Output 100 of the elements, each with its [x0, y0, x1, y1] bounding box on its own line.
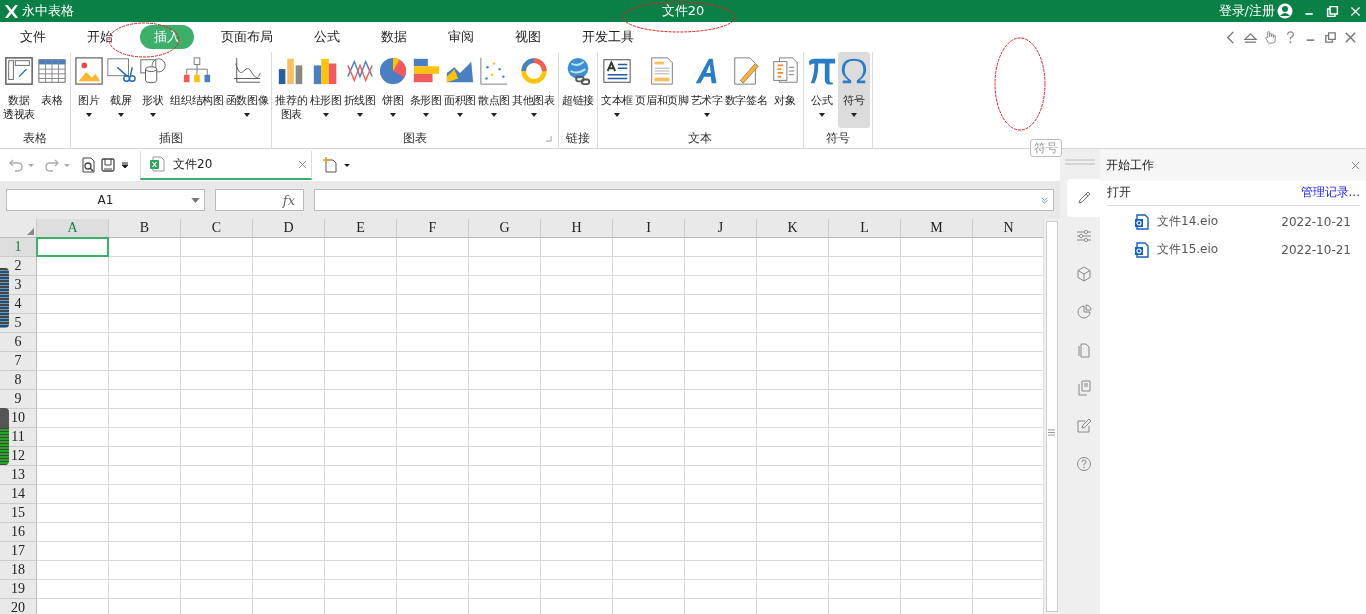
ribbon-button[interactable]: 文本框	[600, 52, 635, 128]
ribbon-button[interactable]: 符号	[837, 52, 870, 128]
scrollbar[interactable]	[1043, 219, 1060, 614]
menu-tab[interactable]: 开发工具	[568, 25, 648, 49]
close-icon[interactable]	[1349, 4, 1362, 18]
column-header[interactable]: I	[613, 219, 685, 238]
menu-tab[interactable]: 视图	[501, 25, 555, 49]
restore-icon[interactable]	[1323, 29, 1338, 45]
menu-tab[interactable]: 文件	[6, 25, 60, 49]
group-label: 文本	[688, 129, 713, 147]
grip-icon[interactable]	[1048, 429, 1055, 436]
ribbon-button[interactable]: 图片	[73, 52, 106, 128]
function-button[interactable]: fx	[215, 189, 304, 211]
row-header[interactable]: 19	[0, 580, 37, 599]
app-logo-icon	[4, 3, 19, 19]
row-header[interactable]: 18	[0, 561, 37, 580]
ribbon-button[interactable]: 表格	[36, 52, 69, 128]
column-header[interactable]: L	[829, 219, 901, 238]
login-link[interactable]: 登录/注册	[1218, 2, 1275, 20]
column-header[interactable]: K	[757, 219, 829, 238]
close-icon[interactable]	[1351, 160, 1360, 170]
close-icon[interactable]	[298, 159, 307, 169]
ribbon-button[interactable]: 公式	[805, 52, 838, 128]
group-label: 符号	[825, 129, 850, 147]
restore-icon[interactable]	[1326, 4, 1339, 18]
ribbon-button[interactable]: 推荐的 图表	[274, 52, 309, 128]
row-header[interactable]: 14	[0, 485, 37, 504]
expand-icon[interactable]	[1040, 195, 1049, 205]
ribbon-button[interactable]: 形状	[137, 52, 170, 128]
recent-file-item[interactable]: 文件14.eio 2022-10-21	[1100, 206, 1366, 234]
row-header[interactable]: 1	[0, 238, 37, 257]
save-icon[interactable]	[100, 157, 116, 173]
scatter-chart-icon	[479, 56, 510, 86]
row-header[interactable]: 9	[0, 390, 37, 409]
ribbon-button[interactable]: 折线图	[342, 52, 377, 128]
row-header[interactable]: 17	[0, 542, 37, 561]
manage-records-link[interactable]: 管理记录...	[1300, 184, 1360, 201]
print-preview-icon[interactable]	[80, 157, 96, 173]
clipboard-icon	[1075, 342, 1092, 358]
dialog-launcher-icon[interactable]	[544, 135, 552, 142]
recent-file-item[interactable]: 文件15.eio 2022-10-21	[1100, 234, 1366, 262]
ribbon-button[interactable]: 函数图像	[224, 52, 270, 128]
row-header[interactable]: 15	[0, 504, 37, 523]
avatar-icon[interactable]	[1277, 3, 1293, 19]
document-tab[interactable]: 文件20	[140, 150, 312, 180]
name-box[interactable]: A1	[6, 189, 205, 211]
ribbon-button[interactable]: 组织结构图	[169, 52, 225, 128]
column-header[interactable]: J	[685, 219, 757, 238]
sliders-icon	[1075, 228, 1092, 244]
ribbon-button[interactable]: 艺术字	[689, 52, 724, 128]
app-name: 永中表格	[22, 2, 74, 20]
ribbon-button[interactable]: 柱形图	[308, 52, 343, 128]
row-header[interactable]: 7	[0, 352, 37, 371]
ribbon-button[interactable]: 散点图	[477, 52, 512, 128]
column-header[interactable]: E	[325, 219, 397, 238]
menu-tab[interactable]: 开始	[73, 25, 127, 49]
drag-handle-icon[interactable]	[1065, 159, 1095, 165]
menu-tab[interactable]: 页面布局	[207, 25, 287, 49]
ribbon-button[interactable]: 对象	[768, 52, 801, 128]
floating-widget-menu[interactable]	[0, 408, 9, 465]
ribbon-button[interactable]: 数据 透视表	[2, 52, 37, 128]
ribbon-button[interactable]: 面积图	[442, 52, 477, 128]
floating-widget-menu[interactable]	[0, 268, 9, 328]
file-icon	[1135, 241, 1149, 258]
edit-icon	[1075, 418, 1092, 434]
row-header[interactable]: 6	[0, 333, 37, 352]
column-header[interactable]: B	[109, 219, 181, 238]
menu-tab[interactable]: 公式	[300, 25, 354, 49]
row-header[interactable]: 16	[0, 523, 37, 542]
ribbon-button[interactable]: 条形图	[408, 52, 443, 128]
side-tab[interactable]	[1067, 179, 1100, 217]
ribbon-button[interactable]: 截屏	[105, 52, 138, 128]
row-header[interactable]: 2	[0, 257, 37, 276]
column-header[interactable]: M	[901, 219, 973, 238]
menu-tab[interactable]: 审阅	[434, 25, 488, 49]
row-header[interactable]: 8	[0, 371, 37, 390]
select-all-corner[interactable]	[0, 219, 37, 238]
cell-grid[interactable]	[37, 238, 1043, 614]
column-header[interactable]: N	[973, 219, 1043, 238]
ribbon-button[interactable]: 数字签名	[723, 52, 769, 128]
redo-icon[interactable]	[44, 157, 60, 173]
close-icon[interactable]	[1343, 29, 1358, 45]
ribbon-button[interactable]: 其他图表	[511, 52, 556, 128]
ribbon-button[interactable]: 超链接	[560, 52, 595, 128]
group-label: 表格	[23, 129, 48, 147]
column-header[interactable]: D	[253, 219, 325, 238]
column-header[interactable]: G	[469, 219, 541, 238]
menu-tab[interactable]: 数据	[367, 25, 421, 49]
ribbon-button[interactable]: 饼图	[376, 52, 409, 128]
column-header[interactable]: H	[541, 219, 613, 238]
formula-field[interactable]	[314, 189, 1054, 211]
row-header[interactable]: 20	[0, 599, 37, 614]
hand-icon[interactable]	[1263, 29, 1278, 45]
column-header[interactable]: F	[397, 219, 469, 238]
active-cell[interactable]	[36, 237, 109, 257]
column-header[interactable]: C	[181, 219, 253, 238]
customize-caret-icon[interactable]	[120, 160, 130, 170]
undo-icon[interactable]	[8, 157, 24, 173]
ribbon-button[interactable]: 页眉和页脚	[634, 52, 690, 128]
row-header[interactable]: 13	[0, 466, 37, 485]
